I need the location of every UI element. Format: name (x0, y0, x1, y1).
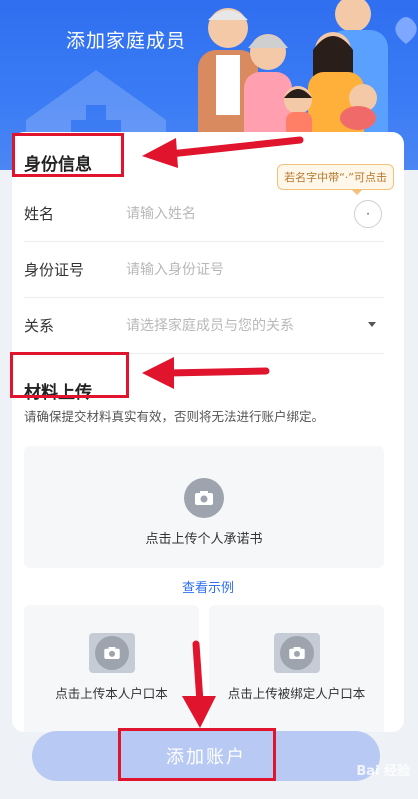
arrow-left-icon (142, 357, 270, 389)
relationship-row[interactable]: 关系 (24, 298, 384, 354)
camera-icon (184, 478, 224, 518)
watermark: Bai 经验 (356, 764, 410, 779)
name-row: 姓名 · (24, 186, 384, 242)
materials-note: 请确保提交材料真实有效，否则将无法进行账户绑定。 (24, 409, 325, 424)
id-number-row: 身份证号 (24, 242, 384, 298)
chevron-down-icon (368, 322, 376, 327)
upload-commitment-box[interactable]: 点击上传个人承诺书 (24, 446, 384, 568)
relationship-select[interactable] (124, 316, 358, 335)
name-label: 姓名 (24, 205, 55, 223)
annotation-box-submit (118, 728, 276, 781)
upload-own-hukou-box[interactable]: 点击上传本人户口本 (24, 605, 199, 732)
camera-icon (279, 636, 314, 670)
upload-commitment-label: 点击上传个人承诺书 (145, 532, 263, 547)
relationship-label: 关系 (24, 317, 55, 335)
id-number-input[interactable] (124, 260, 358, 279)
upload-own-hukou-label: 点击上传本人户口本 (55, 686, 168, 701)
upload-bound-hukou-label: 点击上传被绑定人户口本 (227, 686, 366, 701)
camera-icon (94, 636, 129, 670)
arrow-left-icon (142, 136, 304, 168)
annotation-box-materials (10, 352, 129, 398)
arrow-down-icon (182, 640, 216, 728)
document-icon (88, 633, 135, 673)
name-input[interactable] (124, 204, 358, 223)
view-example-link[interactable]: 查看示例 (12, 577, 404, 596)
document-icon (273, 633, 320, 673)
upload-bound-hukou-box[interactable]: 点击上传被绑定人户口本 (209, 605, 384, 732)
middle-dot-button[interactable]: · (354, 200, 382, 228)
annotation-box-identity (12, 133, 124, 177)
id-number-label: 身份证号 (24, 261, 85, 279)
